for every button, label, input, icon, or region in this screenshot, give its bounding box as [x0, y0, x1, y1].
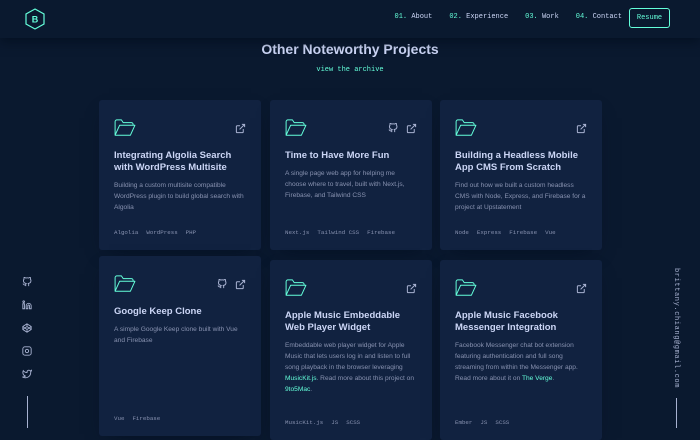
folder-icon — [114, 119, 136, 137]
tech-tag: Algolia — [114, 229, 139, 236]
tech-tag: Firebase — [367, 229, 395, 236]
folder-icon — [114, 275, 136, 293]
github-icon[interactable] — [217, 279, 227, 289]
nav-num: 04. — [575, 13, 589, 21]
tech-list: MusicKit.js JS SCSS — [285, 419, 360, 426]
project-card[interactable]: Building a Headless Mobile App CMS From … — [440, 100, 602, 250]
project-title[interactable]: Apple Music Facebook Messenger Integrati… — [455, 310, 587, 334]
github-icon[interactable] — [22, 277, 32, 287]
nav-link-contact[interactable]: 04. Contact — [576, 13, 622, 21]
instagram-icon[interactable] — [22, 346, 32, 356]
tech-tag: JS — [480, 419, 488, 426]
nav-label: About — [411, 13, 433, 21]
project-description: A single page web app for helping me cho… — [285, 168, 417, 201]
folder-icon — [455, 279, 477, 297]
desc-text: . — [310, 386, 313, 393]
external-link-icon[interactable] — [576, 123, 587, 134]
tech-tag: MusicKit.js — [285, 419, 324, 426]
external-link-icon[interactable] — [576, 283, 587, 294]
nav-num: 01. — [394, 13, 408, 21]
tech-list: Node Express Firebase Vue — [455, 229, 556, 236]
external-link-icon[interactable] — [235, 279, 246, 290]
project-title[interactable]: Integrating Algolia Search with WordPres… — [114, 150, 246, 174]
folder-icon — [285, 119, 307, 137]
desc-text: Find out how we built a custom headless … — [455, 182, 586, 211]
project-description: Building a custom multisite compatible W… — [114, 180, 246, 213]
email-link[interactable]: brittany.chiang@gmail.com — [672, 268, 680, 388]
tech-tag: Tailwind CSS — [317, 229, 360, 236]
twitter-icon[interactable] — [22, 369, 32, 379]
desc-text: A single page web app for helping me cho… — [285, 170, 405, 199]
tech-tag: Ember — [455, 419, 473, 426]
folder-icon — [455, 119, 477, 137]
tech-tag: SCSS — [495, 419, 510, 426]
nav-link-work[interactable]: 03. Work — [525, 13, 559, 21]
external-link-icon[interactable] — [406, 283, 417, 294]
section-title: Other Noteworthy Projects — [261, 41, 439, 57]
tech-tag: Firebase — [132, 415, 161, 422]
desc-text: A simple Google Keep clone built with Vu… — [114, 326, 238, 344]
resume-button[interactable]: Resume — [629, 8, 670, 28]
desc-text: . — [552, 375, 555, 382]
project-description: Embeddable web player widget for Apple M… — [285, 340, 417, 395]
linkedin-icon[interactable] — [22, 300, 32, 310]
nav-label: Experience — [466, 13, 509, 21]
logo-button[interactable]: B — [25, 8, 45, 30]
desc-link[interactable]: MusicKit.js — [285, 375, 317, 382]
project-title[interactable]: Building a Headless Mobile App CMS From … — [455, 150, 587, 174]
project-description: Facebook Messenger chat bot extension fe… — [455, 340, 587, 384]
desc-text: . Read more about this project on — [316, 375, 415, 382]
view-archive-link[interactable]: view the archive — [316, 66, 383, 74]
nav-num: 03. — [525, 13, 538, 21]
tech-tag: WordPress — [146, 229, 178, 236]
tech-list: Next.js Tailwind CSS Firebase — [285, 229, 395, 236]
top-nav: B 01. About 02. Experience 03. Work 04. … — [0, 0, 700, 38]
tech-tag: JS — [331, 419, 339, 426]
nav-link-about[interactable]: 01. About — [395, 13, 433, 21]
logo-letter: B — [32, 15, 39, 25]
tech-tag: Node — [455, 229, 469, 236]
external-link-icon[interactable] — [235, 123, 246, 134]
tech-tag: Next.js — [285, 229, 310, 236]
social-line — [26, 396, 28, 428]
nav-num: 02. — [449, 13, 462, 21]
codepen-icon[interactable] — [22, 323, 32, 333]
tech-tag: PHP — [185, 229, 197, 236]
tech-tag: Express — [476, 229, 502, 236]
tech-list: Algolia WordPress PHP — [114, 229, 196, 236]
project-card[interactable]: Apple Music Facebook Messenger Integrati… — [440, 260, 602, 440]
nav-label: Work — [541, 13, 559, 21]
social-sidebar — [22, 277, 32, 428]
project-title[interactable]: Apple Music Embeddable Web Player Widget — [285, 310, 417, 334]
tech-tag: Firebase — [509, 229, 538, 236]
desc-link[interactable]: The Verge — [522, 375, 552, 382]
folder-icon — [285, 279, 307, 297]
tech-list: Vue Firebase — [114, 415, 160, 422]
tech-tag: SCSS — [346, 419, 361, 426]
email-sidebar: brittany.chiang@gmail.com — [672, 268, 680, 428]
project-card[interactable]: Google Keep Clone A simple Google Keep c… — [99, 256, 261, 436]
tech-tag: Vue — [545, 229, 556, 236]
desc-text: Facebook Messenger chat bot extension fe… — [455, 342, 578, 382]
project-card[interactable]: Apple Music Embeddable Web Player Widget… — [270, 260, 432, 440]
project-card[interactable]: Integrating Algolia Search with WordPres… — [99, 100, 261, 250]
nav-label: Contact — [592, 13, 622, 21]
project-title[interactable]: Google Keep Clone — [114, 306, 246, 318]
project-description: A simple Google Keep clone built with Vu… — [114, 324, 246, 346]
project-description: Find out how we built a custom headless … — [455, 180, 587, 213]
tech-list: Ember JS SCSS — [455, 419, 509, 426]
tech-tag: Vue — [114, 415, 125, 422]
github-icon[interactable] — [388, 123, 398, 133]
external-link-icon[interactable] — [406, 123, 417, 134]
desc-link[interactable]: 9to5Mac — [285, 386, 310, 393]
project-card[interactable]: Time to Have More Fun A single page web … — [270, 100, 432, 250]
email-line — [675, 398, 677, 428]
nav-link-experience[interactable]: 02. Experience — [449, 13, 508, 21]
desc-text: Embeddable web player widget for Apple M… — [285, 342, 411, 371]
desc-text: Building a custom multisite compatible W… — [114, 182, 244, 211]
project-title[interactable]: Time to Have More Fun — [285, 150, 417, 162]
